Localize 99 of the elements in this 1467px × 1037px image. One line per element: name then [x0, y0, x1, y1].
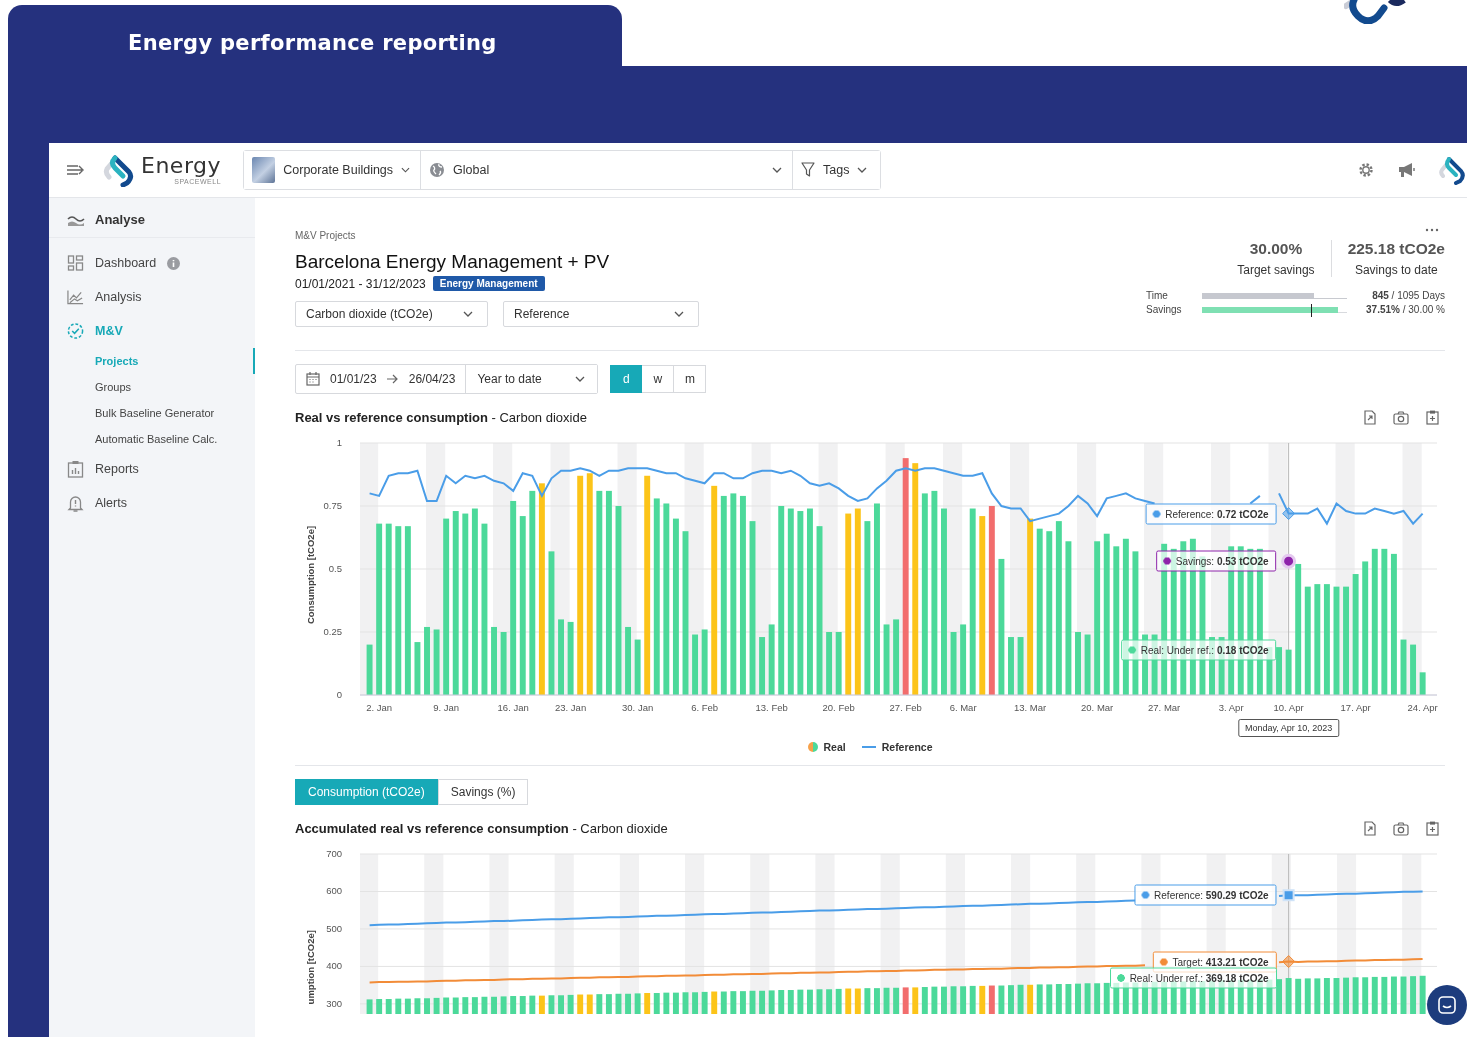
project-period: 01/01/2021 - 31/12/2023	[295, 276, 426, 291]
sidebar-item[interactable]: Reports	[49, 452, 255, 486]
tooltip: Reference: 0.72 tCO2e	[1145, 503, 1277, 525]
chart-title: Accumulated real vs reference consumption - Carbon dioxide	[295, 821, 668, 836]
progress-label: Savings	[1146, 304, 1183, 315]
project-tag: Energy Management	[432, 276, 545, 291]
chat-icon	[1438, 996, 1456, 1014]
project-title: Barcelona Energy Management + PV	[295, 251, 611, 273]
kpi-label: Target savings	[1237, 263, 1315, 277]
dropdown[interactable]: Reference	[503, 301, 699, 327]
sidebar-subitem[interactable]: Automatic Baseline Calc.	[49, 426, 255, 452]
axis-tick-label: 9. Jan	[433, 702, 460, 713]
tooltip: Real: Under ref.: 0.18 tCO2e	[1120, 639, 1277, 661]
point-marker	[1282, 889, 1295, 902]
point-marker	[1282, 507, 1296, 521]
axis-tick-label: 400	[326, 960, 342, 972]
axis-tick-label: 27. Mar	[1148, 702, 1181, 713]
metric-tab[interactable]: Savings (%)	[437, 779, 529, 805]
axis-title: umption [tCO2e]	[305, 930, 316, 1005]
point-marker	[1282, 955, 1296, 969]
sidebar-item[interactable]: Dashboard	[49, 246, 255, 280]
tooltip: Real: Under ref.: 369.18 tCO2e	[1109, 967, 1277, 989]
axis-tick-label: 600	[326, 885, 342, 897]
axis-tick-label: 700	[326, 848, 342, 859]
dropdown[interactable]: Carbon dioxide (tCO2e)	[295, 301, 488, 327]
dashed-check-circle-icon	[67, 322, 84, 340]
start-date[interactable]: 01/01/23	[330, 372, 377, 386]
line-chart-icon	[67, 289, 84, 305]
document-export-icon[interactable]	[1364, 410, 1376, 425]
kpi-value: 225.18 tCO2e	[1347, 240, 1445, 258]
sidebar-subitem[interactable]: Bulk Baseline Generator	[49, 400, 255, 426]
kpi-label: Savings to date	[1354, 263, 1438, 277]
axis-tick-label: 13. Mar	[1014, 702, 1047, 713]
section-header: Analyse	[49, 202, 255, 238]
axis-tick-label: 23. Jan	[555, 702, 587, 713]
axis-tick-label: 20. Feb	[822, 702, 855, 713]
axis-tick-label: 16. Jan	[497, 702, 529, 713]
chart-title: Real vs reference consumption - Carbon dioxide	[295, 410, 587, 425]
chat-button[interactable]	[1427, 985, 1467, 1025]
axis-tick-label: 300	[326, 997, 342, 1009]
granularity-toggle[interactable]: m	[674, 365, 707, 393]
axis-tick-label: 13. Feb	[755, 702, 788, 713]
axis-tick-label: 10. Apr	[1273, 702, 1304, 713]
bell-icon	[67, 494, 84, 512]
chevron-icon	[463, 311, 473, 317]
app-name: Energy	[141, 155, 222, 177]
end-date[interactable]: 26/04/23	[408, 372, 456, 386]
axis-tick-label: 30. Jan	[622, 702, 654, 713]
progress-value: 37.51% / 30.00 %	[1365, 304, 1445, 315]
chevron-icon	[575, 376, 586, 382]
date-range-picker[interactable]: 01/01/23 26/04/23 Year to date	[295, 364, 599, 394]
document-export-icon[interactable]	[1364, 821, 1376, 836]
sidebar-item[interactable]: Alerts	[49, 486, 255, 520]
progress-value: 845 / 1095 Days	[1371, 290, 1445, 301]
clipboard-icon[interactable]	[1426, 410, 1439, 425]
axis-tick-label: 0.75	[323, 500, 342, 511]
calendar-icon	[306, 372, 320, 386]
axis-tick-label: 17. Apr	[1340, 702, 1371, 713]
tooltip: Reference: 590.29 tCO2e	[1134, 884, 1277, 906]
clipboard-icon[interactable]	[1426, 821, 1439, 836]
legend-label[interactable]: Reference	[881, 741, 933, 753]
axis-tick-label: 20. Mar	[1081, 702, 1114, 713]
axis-tick-label: 0.25	[323, 626, 342, 637]
camera-icon[interactable]	[1393, 821, 1409, 836]
axis-tick-label: 0.5	[328, 563, 342, 574]
date-tooltip: Monday, Apr 10, 2023	[1237, 719, 1340, 737]
tooltip: Savings: 0.53 tCO2e	[1155, 550, 1277, 572]
progress-label: Time	[1146, 290, 1169, 301]
axis-tick-label: 24. Apr	[1407, 702, 1438, 713]
axis-tick-label: 1	[336, 437, 342, 448]
banner-title: Energy performance reporting	[128, 29, 497, 55]
logo-icon[interactable]	[1439, 155, 1467, 185]
kpi-value: 30.00%	[1249, 240, 1303, 258]
point-marker	[1281, 553, 1297, 569]
axis-tick-label: 2. Jan	[366, 702, 393, 713]
chevron-icon	[674, 311, 684, 317]
breadcrumb: M&V Projects	[295, 230, 357, 241]
clipboard-chart-icon	[67, 460, 84, 478]
axis-tick-label: 0	[336, 689, 342, 700]
granularity-toggle[interactable]: w	[642, 365, 675, 393]
axis-tick-label: 500	[326, 922, 342, 934]
axis-title: Consumption [tCO2e]	[305, 525, 316, 625]
menu-icon[interactable]	[67, 164, 85, 176]
axis-tick-label: 6. Mar	[949, 702, 977, 713]
arrow-right-icon	[386, 374, 399, 384]
period-dropdown[interactable]: Year to date	[465, 365, 598, 393]
info-icon	[167, 256, 181, 270]
axis-tick-label: 6. Feb	[691, 702, 719, 713]
sidebar-subitem[interactable]: Groups	[49, 374, 255, 400]
legend-label[interactable]: Real	[823, 741, 846, 753]
axis-tick-label: 27. Feb	[889, 702, 922, 713]
dashboard-icon	[67, 255, 84, 271]
axis-tick-label: 3. Apr	[1218, 702, 1244, 713]
wave-chart-icon	[67, 213, 85, 226]
camera-icon[interactable]	[1393, 410, 1409, 425]
more-icon[interactable]	[1425, 228, 1439, 232]
sidebar-item[interactable]: Analysis	[49, 280, 255, 314]
megaphone-icon[interactable]	[1397, 162, 1417, 178]
settings-icon[interactable]	[1357, 161, 1375, 179]
